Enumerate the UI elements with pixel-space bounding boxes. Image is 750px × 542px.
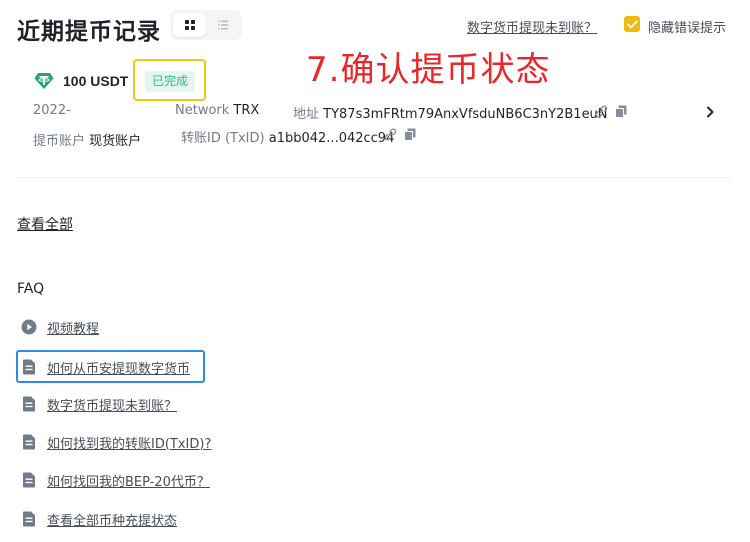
address-value: TY87s3mFRtm79AnxVfsduNB6C3nY2B1euN (323, 107, 608, 122)
list-icon (217, 20, 228, 30)
faq-item-label: 视频教程 (47, 321, 100, 337)
faq-item-label: 查看全部币种充提状态 (47, 513, 178, 529)
section-divider (17, 177, 730, 178)
faq-title: FAQ (17, 281, 45, 297)
withdrawal-not-arrived-link[interactable]: 数字货币提现未到账？ (467, 17, 597, 36)
network-value: TRX (233, 103, 260, 118)
faq-item-deposit-withdraw-status[interactable]: 查看全部币种充提状态 (21, 507, 177, 531)
hide-errors-checkbox[interactable] (624, 16, 640, 32)
faq-item-label: 如何找到我的转账ID(TxID)? (47, 436, 212, 452)
list-view-button[interactable] (206, 13, 239, 37)
txid-label: 转账ID (TxID) (181, 131, 265, 146)
record-date: 2022- (33, 103, 71, 118)
next-record-button[interactable] (698, 100, 722, 124)
txid-link-icon[interactable] (384, 128, 397, 141)
view-toggle (170, 10, 242, 40)
tether-icon (34, 73, 54, 89)
faq-item-video-tutorial[interactable]: 视频教程 (21, 315, 99, 339)
grid-view-button[interactable] (173, 13, 206, 37)
view-all-link[interactable]: 查看全部 (17, 214, 73, 234)
play-icon (21, 319, 37, 335)
withdrawal-amount: 100 USDT (63, 73, 129, 89)
faq-item-recover-bep20[interactable]: 如何找回我的BEP-20代币？ (21, 468, 210, 492)
status-highlight-box (133, 59, 206, 101)
faq-item-not-arrived[interactable]: 数字货币提现未到账？ (21, 392, 177, 416)
hide-errors-label: 隐藏错误提示 (648, 21, 727, 36)
document-icon (21, 396, 37, 412)
document-icon (21, 511, 37, 527)
faq-item-label: 数字货币提现未到账？ (47, 398, 178, 414)
txid-value: a1bb042...042cc94 (268, 131, 395, 146)
account-label: 提币账户 (33, 134, 86, 149)
network-label: Network (175, 103, 230, 118)
document-icon (21, 472, 37, 488)
chevron-right-icon (707, 106, 714, 118)
checkmark-icon (626, 19, 638, 28)
grid-icon (184, 20, 195, 30)
step-annotation: 7.确认提币状态 (306, 50, 551, 90)
address-copy-icon[interactable] (615, 105, 627, 118)
network-info: Network TRX (175, 103, 259, 118)
account-info: 提币账户 现货账户 (33, 130, 141, 149)
address-label: 地址 (293, 107, 320, 122)
faq-item-label: 如何找回我的BEP-20代币？ (47, 474, 210, 490)
txid-info: 转账ID (TxID) a1bb042...042cc94 (181, 127, 394, 146)
document-icon (21, 434, 37, 450)
account-value: 现货账户 (89, 134, 142, 149)
address-link-icon[interactable] (595, 105, 608, 118)
page-title: 近期提币记录 (17, 19, 161, 45)
faq-item-find-txid[interactable]: 如何找到我的转账ID(TxID)? (21, 430, 211, 454)
address-info: 地址 TY87s3mFRtm79AnxVfsduNB6C3nY2B1euN (293, 103, 608, 122)
faq-highlight-box (16, 350, 205, 383)
txid-copy-icon[interactable] (404, 128, 416, 141)
